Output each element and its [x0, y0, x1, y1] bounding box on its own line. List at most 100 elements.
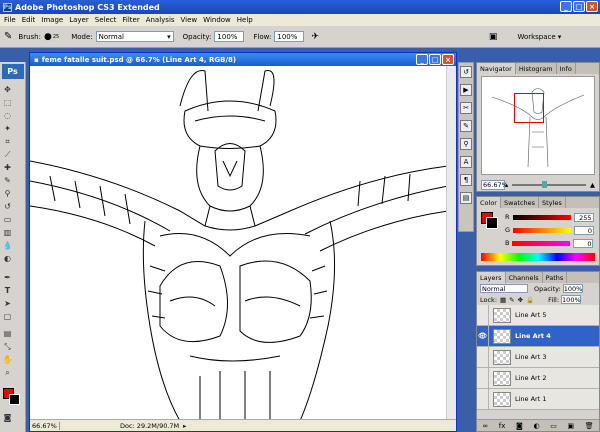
vertical-scrollbar[interactable]: [446, 66, 456, 421]
healing-brush-icon[interactable]: ✚: [2, 162, 13, 173]
visibility-toggle[interactable]: [477, 367, 489, 389]
workspace-button[interactable]: Workspace ▾: [517, 33, 561, 41]
menu-file[interactable]: File: [4, 16, 16, 24]
status-menu-arrow-icon[interactable]: ▸: [183, 422, 186, 430]
zoom-tool-icon[interactable]: ⌕: [2, 367, 13, 378]
close-button[interactable]: ×: [586, 1, 598, 12]
layer-row-active[interactable]: 👁 Line Art 4: [477, 325, 599, 347]
navigator-view-box[interactable]: [514, 93, 544, 123]
navigator-zoom-input[interactable]: 66.67%: [481, 180, 508, 190]
pen-tool-icon[interactable]: ✒: [2, 272, 13, 283]
minimize-button[interactable]: _: [560, 1, 572, 12]
brush-tool-icon[interactable]: ✎: [2, 175, 13, 186]
type-tool-icon[interactable]: T: [2, 285, 13, 296]
tab-styles[interactable]: Styles: [539, 197, 566, 208]
green-slider[interactable]: [513, 227, 572, 233]
status-zoom[interactable]: 66.67%: [30, 421, 60, 430]
green-input[interactable]: 0: [574, 225, 595, 235]
doc-close-button[interactable]: ×: [442, 54, 454, 65]
doc-minimize-button[interactable]: _: [416, 54, 428, 65]
doc-maximize-button[interactable]: □: [429, 54, 441, 65]
brushes-panel-icon[interactable]: ✎: [460, 120, 472, 132]
slider-knob[interactable]: [542, 181, 548, 188]
color-background-swatch[interactable]: [486, 217, 498, 229]
actions-panel-icon[interactable]: ▶: [460, 84, 472, 96]
layer-row[interactable]: Line Art 1: [477, 388, 599, 410]
layer-row[interactable]: Line Art 2: [477, 367, 599, 389]
red-input[interactable]: 255: [573, 212, 594, 222]
mode-select[interactable]: Normal ▾: [95, 31, 174, 42]
clone-source-icon[interactable]: ⚲: [460, 138, 472, 150]
color-spectrum-bar[interactable]: [481, 253, 595, 261]
menu-window[interactable]: Window: [203, 16, 231, 24]
crop-tool-icon[interactable]: ⌗: [2, 136, 13, 147]
blend-mode-select[interactable]: Normal: [480, 284, 528, 293]
menu-select[interactable]: Select: [95, 16, 117, 24]
blue-input[interactable]: 0: [573, 238, 594, 248]
layer-mask-icon[interactable]: ◙: [516, 422, 523, 430]
menu-help[interactable]: Help: [237, 16, 253, 24]
menu-view[interactable]: View: [181, 16, 198, 24]
menu-analysis[interactable]: Analysis: [146, 16, 175, 24]
adjustment-layer-icon[interactable]: ◐: [533, 422, 539, 430]
slice-tool-icon[interactable]: ⟋: [2, 149, 13, 160]
eraser-tool-icon[interactable]: ▭: [2, 214, 13, 225]
menu-layer[interactable]: Layer: [69, 16, 89, 24]
menu-image[interactable]: Image: [41, 16, 63, 24]
tab-swatches[interactable]: Swatches: [501, 197, 540, 208]
magic-wand-icon[interactable]: ✦: [2, 123, 13, 134]
tab-paths[interactable]: Paths: [543, 272, 568, 283]
palette-well-icon[interactable]: ▣: [489, 32, 498, 42]
eyedropper-tool-icon[interactable]: ⤡: [2, 341, 13, 352]
new-group-icon[interactable]: ▭: [550, 422, 557, 430]
new-layer-icon[interactable]: ▣: [568, 422, 575, 430]
tool-presets-icon[interactable]: ✂: [460, 102, 472, 114]
menu-filter[interactable]: Filter: [122, 16, 139, 24]
dodge-tool-icon[interactable]: ◐: [2, 253, 13, 264]
maximize-button[interactable]: □: [573, 1, 585, 12]
visibility-toggle[interactable]: [477, 388, 489, 410]
zoom-out-icon[interactable]: ▴: [505, 181, 508, 189]
trash-icon[interactable]: 🗑: [585, 422, 594, 430]
red-slider[interactable]: [512, 214, 571, 220]
move-tool-icon[interactable]: ✥: [2, 84, 13, 95]
character-panel-icon[interactable]: A: [460, 156, 472, 168]
tab-navigator[interactable]: Navigator: [477, 63, 516, 74]
lock-paint-icon[interactable]: ✎: [509, 296, 514, 304]
gradient-tool-icon[interactable]: ▥: [2, 227, 13, 238]
airbrush-icon[interactable]: ✈: [311, 32, 319, 42]
tab-layers[interactable]: Layers: [477, 272, 506, 283]
history-panel-icon[interactable]: ↺: [460, 66, 472, 78]
layer-row[interactable]: Line Art 3: [477, 346, 599, 368]
background-color-swatch[interactable]: [9, 394, 20, 405]
visibility-toggle[interactable]: [477, 304, 489, 326]
brush-tool-preset-icon[interactable]: ✎: [4, 31, 12, 42]
tab-histogram[interactable]: Histogram: [516, 63, 557, 74]
lasso-tool-icon[interactable]: ◌: [2, 110, 13, 121]
tab-info[interactable]: Info: [557, 63, 576, 74]
zoom-in-icon[interactable]: ▲: [590, 181, 595, 189]
notes-tool-icon[interactable]: ▤: [2, 328, 13, 339]
layer-comps-icon[interactable]: ▤: [460, 192, 472, 204]
shape-tool-icon[interactable]: ▢: [2, 311, 13, 322]
fill-input[interactable]: 100%: [561, 295, 582, 304]
flow-input[interactable]: 100%: [274, 31, 305, 42]
navigator-thumbnail[interactable]: [481, 76, 595, 175]
lock-pixels-icon[interactable]: ▦: [500, 296, 506, 304]
menu-edit[interactable]: Edit: [22, 16, 36, 24]
link-layers-icon[interactable]: ∞: [482, 422, 488, 430]
layer-opacity-input[interactable]: 100%: [562, 284, 583, 293]
marquee-tool-icon[interactable]: ⬚: [2, 97, 13, 108]
layer-style-icon[interactable]: fx: [499, 422, 506, 430]
blue-slider[interactable]: [512, 240, 571, 246]
navigator-zoom-slider[interactable]: [512, 181, 586, 188]
opacity-input[interactable]: 100%: [214, 31, 245, 42]
layer-row[interactable]: Line Art 5: [477, 304, 599, 326]
brush-preview-icon[interactable]: ●: [44, 32, 52, 42]
history-brush-icon[interactable]: ↺: [2, 201, 13, 212]
clone-stamp-icon[interactable]: ⚲: [2, 188, 13, 199]
eye-icon[interactable]: 👁: [477, 325, 489, 347]
visibility-toggle[interactable]: [477, 346, 489, 368]
tab-channels[interactable]: Channels: [506, 272, 543, 283]
quick-mask-icon[interactable]: ◙: [2, 412, 13, 423]
